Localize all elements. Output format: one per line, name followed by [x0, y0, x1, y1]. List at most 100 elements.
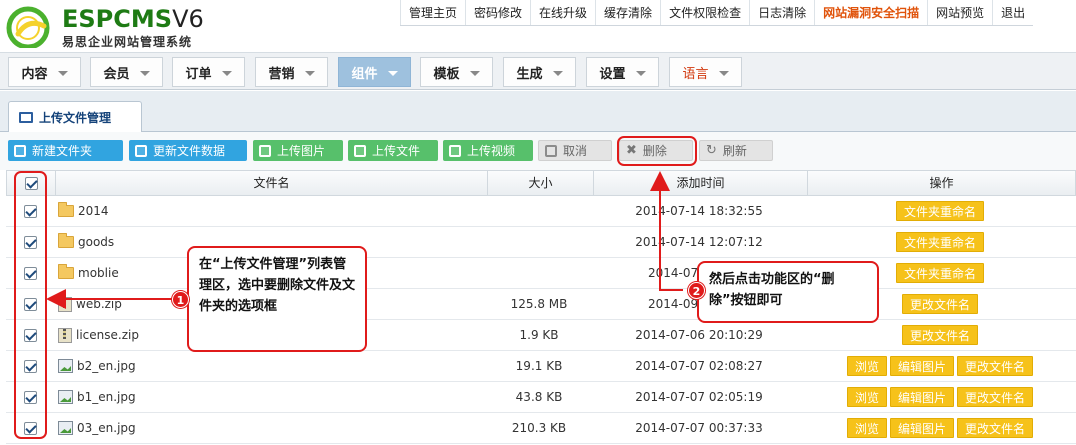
- time-cell: 2014-07-07 00:37:33: [635, 421, 763, 435]
- browse-button[interactable]: 浏览: [846, 387, 887, 407]
- cancel-button[interactable]: 取消: [538, 140, 612, 161]
- browse-button[interactable]: 浏览: [846, 356, 887, 376]
- filename[interactable]: b1_en.jpg: [77, 382, 136, 412]
- image-file-icon: [58, 421, 73, 435]
- topnav-upgrade[interactable]: 在线升级: [530, 0, 595, 25]
- menu-label: 内容: [21, 66, 48, 82]
- menu-template[interactable]: 模板: [420, 57, 493, 87]
- menu-components[interactable]: 组件: [338, 57, 411, 87]
- menu-label: 会员: [103, 66, 130, 82]
- menu-order[interactable]: 订单: [172, 57, 245, 87]
- toolbar: 新建文件夹 更新文件数据 上传图片 上传文件 上传视频 取消 ✖ 删除 ↻ 刷新: [0, 132, 1076, 170]
- brand-name: ESPCMSV6: [62, 5, 204, 33]
- chevron-down-icon: [221, 70, 232, 76]
- tab-upload-file-manager[interactable]: 上传文件管理: [8, 101, 142, 133]
- step1-text: 在“上传文件管理”列表管理区，选中要删除文件及文件夹的选项框: [199, 257, 356, 314]
- upload-video-button[interactable]: 上传视频: [443, 140, 533, 161]
- rename-folder-button[interactable]: 文件夹重命名: [895, 263, 984, 283]
- edit-image-button[interactable]: 编辑图片: [889, 387, 954, 407]
- zip-file-icon: [58, 327, 72, 343]
- rename-folder-button[interactable]: 文件夹重命名: [895, 232, 984, 252]
- col-filename[interactable]: 文件名: [55, 171, 487, 195]
- size-cell: [486, 258, 592, 288]
- topnav-preview[interactable]: 网站预览: [927, 0, 992, 25]
- topnav-file-permission[interactable]: 文件权限检查: [660, 0, 749, 25]
- chevron-down-icon: [635, 70, 646, 76]
- chevron-down-icon: [304, 70, 315, 76]
- button-label: 上传文件: [372, 144, 421, 158]
- refresh-button[interactable]: ↻ 刷新: [699, 140, 773, 161]
- rename-file-button[interactable]: 更改文件名: [957, 418, 1034, 438]
- rename-file-button[interactable]: 更改文件名: [957, 356, 1034, 376]
- menu-label: 订单: [185, 66, 212, 82]
- step1-badge: 1: [172, 291, 189, 308]
- chevron-down-icon: [718, 70, 729, 76]
- upload-image-button[interactable]: 上传图片: [253, 140, 343, 161]
- topnav-clear-cache[interactable]: 缓存清除: [595, 0, 660, 25]
- table-row: goods 2014-07-14 12:07:12 文件夹重命名: [6, 227, 1076, 258]
- rename-folder-button[interactable]: 文件夹重命名: [895, 201, 984, 221]
- edit-image-button[interactable]: 编辑图片: [889, 356, 954, 376]
- button-label: 上传图片: [277, 144, 326, 158]
- refresh-icon: ↻: [706, 143, 717, 158]
- ops-cell: 浏览 编辑图片 更改文件名: [806, 413, 1074, 443]
- menu-settings[interactable]: 设置: [586, 57, 659, 87]
- filename[interactable]: b2_en.jpg: [77, 351, 136, 381]
- filename[interactable]: moblie: [78, 258, 119, 288]
- image-file-icon: [58, 390, 73, 404]
- button-label: 取消: [563, 144, 588, 158]
- topnav-password[interactable]: 密码修改: [465, 0, 530, 25]
- database-icon: [135, 144, 147, 157]
- size-cell: 43.8 KB: [515, 390, 563, 404]
- topnav-clear-log[interactable]: 日志清除: [749, 0, 814, 25]
- menu-member[interactable]: 会员: [90, 57, 163, 87]
- button-label: 新建文件夹: [32, 144, 93, 158]
- col-added-time[interactable]: 添加时间: [593, 171, 807, 195]
- panel-header: 上传文件管理: [0, 91, 1076, 133]
- menu-content[interactable]: 内容: [8, 57, 81, 87]
- zip-file-icon: [58, 296, 72, 312]
- rename-file-button[interactable]: 更改文件名: [957, 387, 1034, 407]
- chevron-down-icon: [57, 70, 68, 76]
- time-cell: 2014-07-14 18:32:55: [635, 204, 763, 218]
- size-cell: 125.8 MB: [510, 297, 568, 311]
- menu-marketing[interactable]: 营销: [255, 57, 328, 87]
- topnav-home[interactable]: 管理主页: [400, 0, 465, 25]
- rename-file-button[interactable]: 更改文件名: [901, 325, 978, 345]
- filename[interactable]: 2014: [78, 196, 109, 226]
- upload-file-button[interactable]: 上传文件: [348, 140, 438, 161]
- folder-icon: [58, 233, 74, 248]
- topnav-logout[interactable]: 退出: [992, 0, 1033, 25]
- menu-label: 设置: [599, 66, 626, 82]
- filename[interactable]: web.zip: [76, 289, 122, 319]
- edit-image-button[interactable]: 编辑图片: [889, 418, 954, 438]
- topnav-security-scan[interactable]: 网站漏洞安全扫描: [814, 0, 927, 25]
- filename[interactable]: license.zip: [76, 320, 139, 350]
- time-cell: 2014-07-06 20:10:29: [635, 328, 763, 342]
- step1-callout: 在“上传文件管理”列表管理区，选中要删除文件及文件夹的选项框: [187, 246, 367, 352]
- file-upload-icon: [354, 144, 366, 157]
- ops-cell: 更改文件名: [806, 320, 1074, 350]
- filename[interactable]: 03_en.jpg: [77, 413, 136, 443]
- time-cell: 2014-07-14 12:07:12: [635, 235, 763, 249]
- col-operations: 操作: [807, 171, 1075, 195]
- menu-generate[interactable]: 生成: [503, 57, 576, 87]
- menu-language[interactable]: 语言: [669, 57, 742, 87]
- ops-cell: 浏览 编辑图片 更改文件名: [806, 351, 1074, 381]
- video-upload-icon: [449, 144, 461, 157]
- update-file-data-button[interactable]: 更新文件数据: [129, 140, 247, 161]
- filename[interactable]: goods: [78, 227, 114, 257]
- filename-cell: 03_en.jpg: [58, 413, 486, 443]
- browse-button[interactable]: 浏览: [846, 418, 887, 438]
- col-size[interactable]: 大小: [487, 171, 593, 195]
- time-cell: 2014-07-07 02:08:27: [635, 359, 763, 373]
- size-cell: [486, 196, 592, 226]
- ops-cell: 文件夹重命名: [806, 227, 1074, 257]
- menu-label: 模板: [433, 66, 460, 82]
- button-label: 刷新: [722, 144, 747, 158]
- table-row: web.zip 125.8 MB 2014-09-1 更改文件名: [6, 289, 1076, 320]
- chevron-down-icon: [552, 70, 563, 76]
- rename-file-button[interactable]: 更改文件名: [901, 294, 978, 314]
- new-folder-button[interactable]: 新建文件夹: [8, 140, 123, 161]
- table-row: 03_en.jpg 210.3 KB 2014-07-07 00:37:33 浏…: [6, 413, 1076, 444]
